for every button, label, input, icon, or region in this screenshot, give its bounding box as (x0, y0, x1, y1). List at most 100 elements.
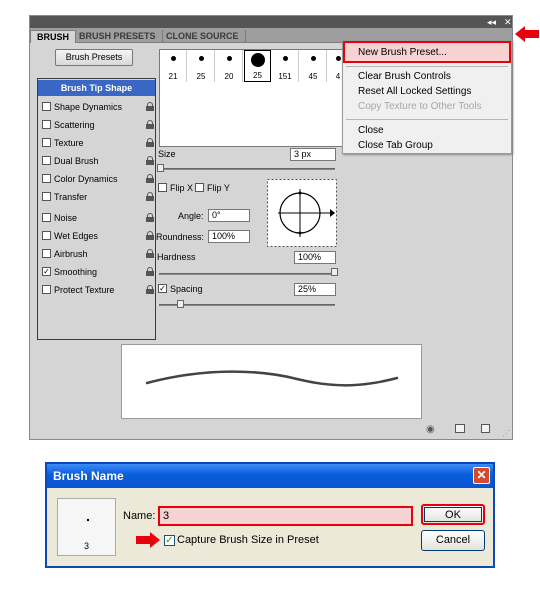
roundness-input[interactable]: 100% (208, 230, 250, 243)
flip-x-label: Flip X (170, 183, 194, 193)
hardness-input[interactable]: 100% (294, 251, 336, 264)
angle-input[interactable]: 0° (208, 209, 250, 222)
menu-separator (346, 66, 508, 67)
menu-item-close-tab-group[interactable]: Close Tab Group (358, 140, 433, 151)
sidebar-item-label: Dual Brush (54, 156, 99, 166)
checkbox[interactable] (42, 285, 51, 294)
cancel-button[interactable]: Cancel (421, 530, 485, 551)
checkbox[interactable] (42, 174, 51, 183)
hardness-slider-track[interactable] (159, 273, 335, 275)
brush-dot-icon (336, 56, 341, 61)
sidebar-item-noise[interactable]: Noise (41, 210, 154, 226)
checkbox[interactable] (42, 102, 51, 111)
red-arrow-icon (136, 532, 160, 548)
lock-icon[interactable] (146, 138, 154, 147)
brush-tip[interactable]: 21 (160, 50, 187, 82)
brush-tip-selected[interactable]: 25 (244, 50, 271, 82)
spacing-input[interactable]: 25% (294, 283, 336, 296)
tab-brush[interactable]: BRUSH (30, 30, 77, 43)
menu-item-close[interactable]: Close (358, 125, 384, 136)
close-icon[interactable]: ✕ (504, 16, 512, 28)
sidebar-item-label: Noise (54, 213, 78, 223)
sidebar-item-dual-brush[interactable]: Dual Brush (41, 153, 154, 169)
angle-roundness-widget[interactable] (267, 179, 337, 247)
lock-icon[interactable] (146, 213, 154, 222)
sidebar-item-wet-edges[interactable]: Wet Edges (41, 228, 154, 244)
brush-tip[interactable]: 45 (300, 50, 327, 82)
lock-icon[interactable] (146, 174, 154, 183)
sidebar-item-label: Transfer (54, 192, 88, 202)
size-input[interactable]: 3 px (290, 148, 336, 161)
flip-y-label: Flip Y (207, 183, 230, 193)
menu-item-clear-brush-controls[interactable]: Clear Brush Controls (358, 71, 451, 82)
lock-icon[interactable] (146, 231, 154, 240)
spacing-slider-track[interactable] (159, 304, 335, 306)
checkbox[interactable] (42, 120, 51, 129)
lock-icon[interactable] (146, 285, 154, 294)
panel-footer: ◉ ⋰ (30, 421, 512, 439)
sidebar-item-color-dynamics[interactable]: Color Dynamics (41, 171, 154, 187)
checkbox[interactable] (42, 192, 51, 201)
checkbox[interactable] (42, 231, 51, 240)
sidebar-item-smoothing[interactable]: ✓ Smoothing (41, 264, 154, 280)
sidebar-item-label: Protect Texture (54, 285, 115, 295)
tab-brush-presets[interactable]: BRUSH PRESETS (73, 30, 163, 43)
sidebar-item-airbrush[interactable]: Airbrush (41, 246, 154, 262)
menu-item-new-brush-preset[interactable]: New Brush Preset... (358, 47, 447, 58)
lock-icon[interactable] (146, 156, 154, 165)
brush-tip-size: 20 (224, 72, 234, 81)
resize-grip-icon[interactable]: ⋰ (502, 429, 510, 438)
sidebar-item-shape-dynamics[interactable]: Shape Dynamics (41, 99, 154, 115)
checkbox-checked[interactable]: ✓ (42, 267, 51, 276)
lock-icon[interactable] (146, 192, 154, 201)
brush-tip-size: 25 (196, 72, 206, 81)
brush-tip-size: 45 (308, 72, 318, 81)
ok-button[interactable]: OK (421, 504, 485, 525)
eye-icon[interactable]: ◉ (426, 424, 435, 435)
sidebar-item-protect-texture[interactable]: Protect Texture (41, 282, 154, 298)
tab-clone-source[interactable]: CLONE SOURCE (160, 30, 246, 43)
spacing-checkbox[interactable]: ✓ (158, 284, 167, 293)
menu-item-copy-texture: Copy Texture to Other Tools (358, 101, 482, 112)
roundness-label: Roundness: (156, 232, 205, 242)
size-label: Size (158, 149, 176, 159)
checkbox[interactable] (42, 156, 51, 165)
size-slider-track[interactable] (159, 168, 335, 170)
brush-tip[interactable]: 25 (188, 50, 215, 82)
capture-size-checkbox[interactable]: ✓ (164, 535, 175, 546)
sidebar-item-label: Color Dynamics (54, 174, 118, 184)
checkbox[interactable] (42, 213, 51, 222)
menu-separator (346, 119, 508, 120)
name-input[interactable]: 3 (158, 506, 413, 526)
lock-icon[interactable] (146, 249, 154, 258)
checkbox[interactable] (42, 138, 51, 147)
brush-tip-size: 25 (253, 71, 262, 80)
sidebar-item-texture[interactable]: Texture (41, 135, 154, 151)
sidebar-item-label: Wet Edges (54, 231, 98, 241)
sidebar-item-brush-tip-shape[interactable]: Brush Tip Shape (38, 80, 155, 96)
close-icon[interactable]: ✕ (473, 467, 490, 484)
sidebar-item-transfer[interactable]: Transfer (41, 189, 154, 205)
hardness-slider-thumb[interactable] (331, 268, 338, 276)
lock-icon[interactable] (146, 267, 154, 276)
sidebar-item-label: Texture (54, 138, 84, 148)
brush-tip[interactable]: 20 (216, 50, 243, 82)
spacing-slider-thumb[interactable] (177, 300, 184, 308)
checkbox[interactable] (42, 249, 51, 258)
brush-dot-icon (199, 56, 204, 61)
flip-y-checkbox[interactable] (195, 183, 204, 192)
new-preset-icon[interactable] (481, 424, 490, 433)
red-arrow-icon (515, 26, 539, 42)
brush-tip[interactable]: 151 (272, 50, 299, 82)
flip-x-checkbox[interactable] (158, 183, 167, 192)
lock-icon[interactable] (146, 102, 154, 111)
brush-presets-button[interactable]: Brush Presets (55, 49, 133, 66)
grid-icon[interactable] (455, 424, 465, 433)
lock-icon[interactable] (146, 120, 154, 129)
sidebar-item-scattering[interactable]: Scattering (41, 117, 154, 133)
stroke-preview-curve (145, 370, 399, 387)
menu-item-reset-locked-settings[interactable]: Reset All Locked Settings (358, 86, 471, 97)
capture-size-label: Capture Brush Size in Preset (177, 534, 319, 546)
size-slider-thumb[interactable] (157, 164, 164, 172)
collapse-icon[interactable]: ◂◂ (487, 16, 496, 28)
